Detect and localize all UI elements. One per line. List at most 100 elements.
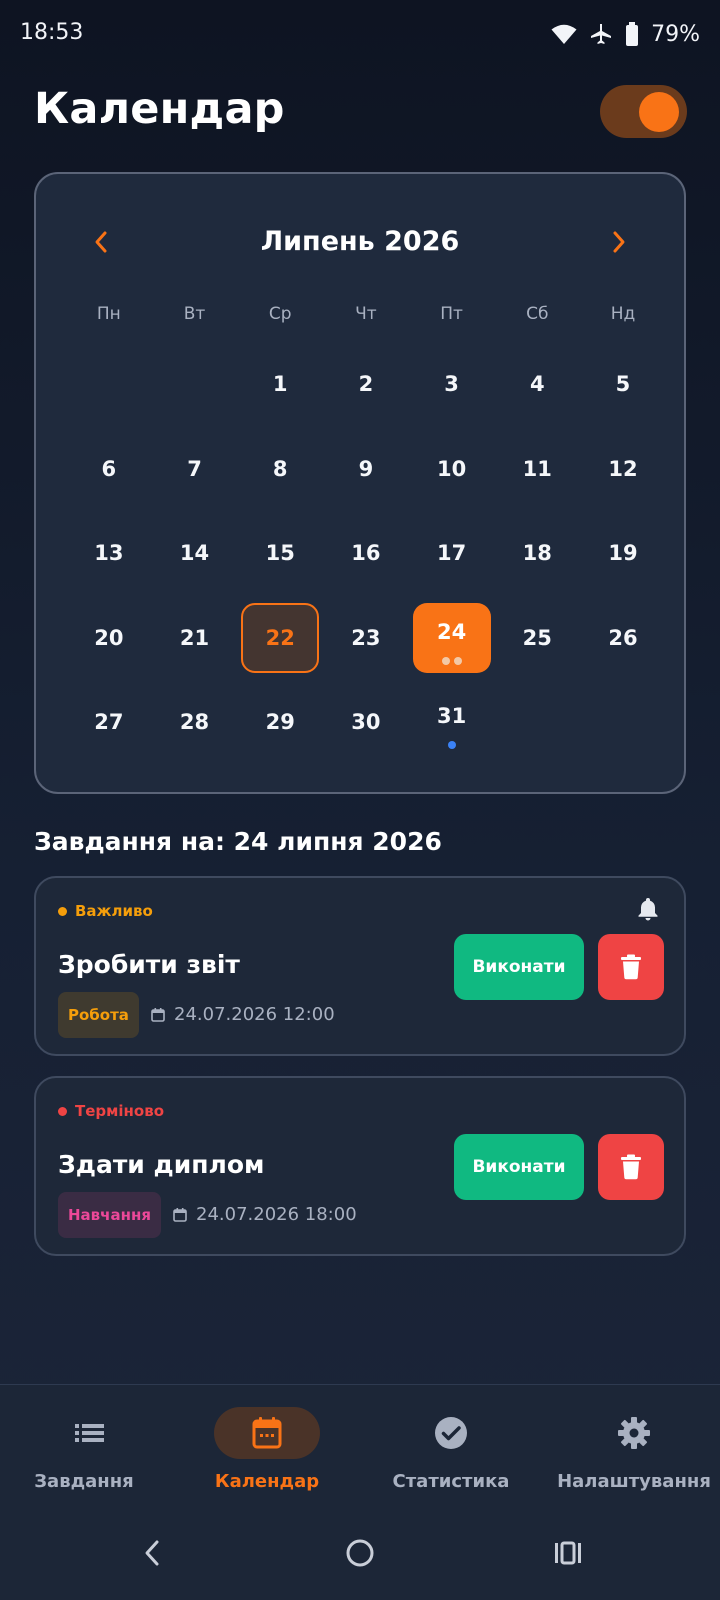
calendar-icon (252, 1417, 282, 1449)
calendar-day[interactable]: 6 (66, 427, 152, 512)
day-number: 21 (179, 625, 210, 650)
day-cell: 2 (327, 349, 405, 419)
calendar-day[interactable]: 3 (409, 342, 495, 427)
priority-text: Важливо (75, 902, 153, 920)
nav-item-calendar[interactable]: Календар (177, 1385, 357, 1503)
day-cell: 27 (70, 687, 148, 757)
nav-item-statistics[interactable]: Статистика (361, 1385, 541, 1503)
weekday-header: Пн Вт Ср Чт Пт Сб Нд (66, 304, 666, 324)
system-nav-bar (0, 1502, 720, 1600)
calendar-day[interactable]: 1 (237, 342, 323, 427)
calendar-day[interactable]: 15 (237, 511, 323, 596)
day-cell: 23 (327, 603, 405, 673)
day-number: 29 (265, 710, 295, 735)
calendar-day[interactable]: 13 (66, 511, 152, 596)
task-dots (413, 741, 491, 750)
theme-toggle[interactable] (600, 85, 687, 138)
task-datetime-text: 24.07.2026 18:00 (196, 1204, 357, 1225)
weekday-label: Вт (183, 304, 206, 324)
next-month-button[interactable] (599, 222, 639, 262)
system-recents-button[interactable] (543, 1528, 593, 1578)
day-cell: 3 (413, 349, 491, 419)
day-cell: 16 (327, 518, 405, 588)
day-cell: 4 (498, 349, 576, 419)
day-number: 25 (522, 625, 552, 650)
calendar-day[interactable]: 12 (580, 427, 666, 512)
day-number: 12 (608, 456, 638, 481)
calendar-day[interactable]: 18 (494, 511, 580, 596)
nav-item-tasks[interactable]: Завдання (0, 1385, 180, 1503)
calendar-day[interactable]: 27 (66, 680, 152, 765)
calendar-day[interactable]: 7 (152, 427, 238, 512)
calendar-day[interactable]: 9 (323, 427, 409, 512)
day-cell: 25 (498, 603, 576, 673)
day-number: 8 (272, 456, 288, 481)
gear-icon (618, 1417, 650, 1449)
day-number: 11 (522, 456, 552, 481)
recents-icon (555, 1541, 581, 1565)
day-number: 22 (265, 625, 295, 650)
calendar-day[interactable]: 28 (152, 680, 238, 765)
weekday-label: Сб (526, 304, 549, 324)
day-cell: 12 (584, 434, 662, 504)
delete-button[interactable] (598, 934, 664, 1000)
calendar-small-icon (151, 1007, 165, 1022)
day-cell: 26 (584, 603, 662, 673)
calendar-day[interactable]: 5 (580, 342, 666, 427)
priority-label: Важливо (58, 902, 153, 920)
day-empty (66, 342, 152, 427)
battery-icon (626, 22, 639, 46)
day-number: 20 (94, 625, 124, 650)
day-number: 24 (436, 619, 467, 644)
calendar-day[interactable]: 31 (409, 680, 495, 765)
trash-icon (621, 1154, 641, 1180)
task-card[interactable]: Терміново Здати диплом Навчання 24.07.20… (34, 1076, 686, 1256)
bell-icon[interactable] (636, 896, 660, 926)
calendar-day[interactable]: 30 (323, 680, 409, 765)
weekday-label: Ср (268, 304, 292, 324)
home-icon (346, 1539, 374, 1567)
calendar-day[interactable]: 26 (580, 596, 666, 681)
category-badge: Навчання (58, 1192, 161, 1238)
weekday-label: Нд (610, 304, 636, 324)
calendar-day[interactable]: 17 (409, 511, 495, 596)
task-card[interactable]: Важливо Зробити звіт Робота 24.07.2026 1… (34, 876, 686, 1056)
task-datetime: 24.07.2026 12:00 (150, 1004, 335, 1025)
day-cell: 21 (156, 603, 234, 673)
system-home-button[interactable] (335, 1528, 385, 1578)
calendar-day[interactable]: 20 (66, 596, 152, 681)
calendar-day[interactable]: 19 (580, 511, 666, 596)
battery-percent: 79% (651, 21, 700, 47)
calendar-day[interactable]: 8 (237, 427, 323, 512)
calendar-day[interactable]: 16 (323, 511, 409, 596)
nav-label: Статистика (392, 1471, 510, 1492)
page-title: Календар (34, 84, 285, 134)
day-cell: 29 (241, 687, 319, 757)
list-icon (75, 1424, 104, 1442)
day-number: 17 (436, 541, 467, 566)
calendar-day[interactable]: 11 (494, 427, 580, 512)
day-cell: 5 (584, 349, 662, 419)
day-cell: 7 (156, 434, 234, 504)
day-number: 15 (265, 541, 295, 566)
nav-item-settings[interactable]: Налаштування (544, 1385, 720, 1503)
nav-icon-container (581, 1407, 687, 1459)
calendar-day[interactable]: 23 (323, 596, 409, 681)
calendar-day[interactable]: 21 (152, 596, 238, 681)
calendar-day[interactable]: 25 (494, 596, 580, 681)
day-number: 31 (436, 704, 467, 729)
day-number: 10 (436, 456, 467, 481)
calendar-day-today[interactable]: 22 (237, 596, 323, 681)
delete-button[interactable] (598, 1134, 664, 1200)
calendar-day[interactable]: 29 (237, 680, 323, 765)
calendar-day[interactable]: 2 (323, 342, 409, 427)
calendar-day[interactable]: 10 (409, 427, 495, 512)
complete-button[interactable]: Виконати (454, 934, 584, 1000)
system-back-button[interactable] (127, 1528, 177, 1578)
calendar-day[interactable]: 4 (494, 342, 580, 427)
task-title: Зробити звіт (58, 950, 240, 979)
complete-button[interactable]: Виконати (454, 1134, 584, 1200)
calendar-day[interactable]: 14 (152, 511, 238, 596)
calendar-day-selected[interactable]: 24 (409, 596, 495, 681)
airplane-icon (591, 24, 612, 44)
